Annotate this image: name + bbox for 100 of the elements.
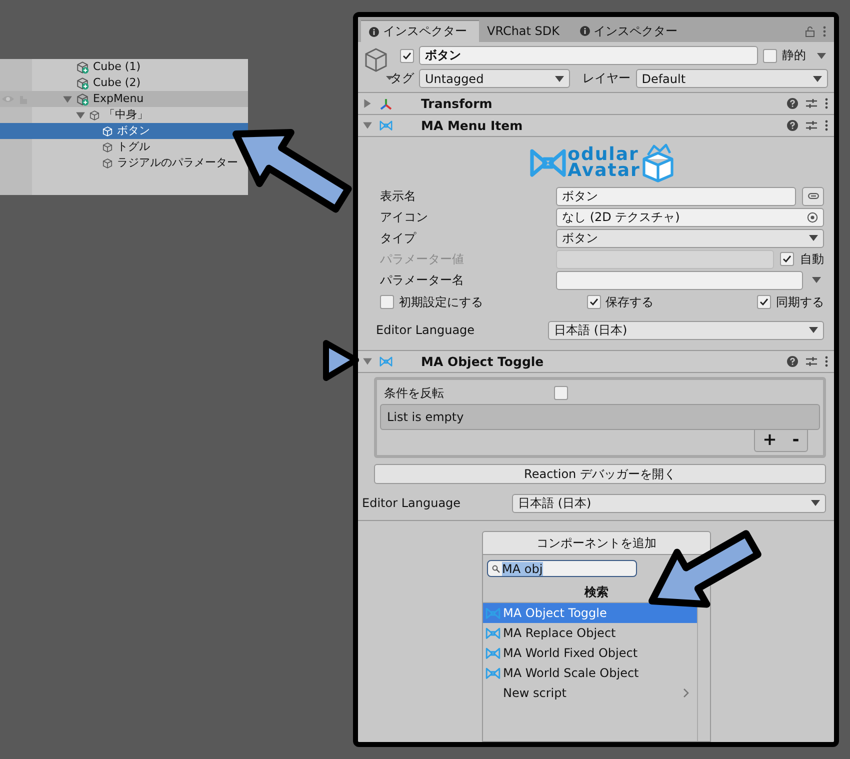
add-component-button[interactable]: コンポーネントを追加 [482, 531, 711, 555]
help-icon[interactable] [787, 98, 798, 109]
search-result[interactable]: MA World Fixed Object [483, 643, 697, 663]
hierarchy-item[interactable]: ラジアルのパラメーター [0, 155, 240, 171]
dropdown[interactable]: 日本語 (日本) [548, 320, 824, 340]
foldout-triangle-icon[interactable] [362, 120, 373, 131]
axes-icon [379, 96, 393, 110]
cube-icon [102, 142, 113, 152]
checkbox[interactable] [554, 386, 568, 400]
search-field[interactable]: MA obj [487, 560, 637, 577]
caret-icon [811, 500, 820, 506]
ribbon-icon [528, 147, 568, 179]
checkbox[interactable] [757, 295, 771, 309]
ribbon-icon [485, 646, 501, 660]
hierarchy-label: ExpMenu [93, 92, 144, 106]
field-label: タグ [390, 70, 414, 87]
link-button[interactable] [802, 186, 824, 206]
checkbox-label: 自動 [800, 250, 824, 268]
ribbon-icon [485, 626, 501, 640]
lock-icon[interactable] [805, 26, 815, 36]
remove-button[interactable]: - [792, 432, 800, 449]
help-icon[interactable] [787, 356, 798, 367]
settings-sliders-icon[interactable] [806, 120, 817, 131]
field-label: パラメーター値 [380, 250, 465, 268]
field-label: レイヤー [582, 70, 631, 87]
settings-sliders-icon[interactable] [806, 356, 817, 367]
check-mark-icon [402, 50, 412, 60]
ribbon-icon [485, 666, 501, 680]
foldout-triangle-icon[interactable] [75, 110, 86, 120]
checkbox-label: 同期する [776, 294, 824, 310]
check-mark-icon [782, 254, 792, 264]
checkbox[interactable] [380, 295, 394, 309]
prefab-cube-icon [76, 60, 89, 74]
help-icon[interactable] [787, 120, 798, 131]
target-icon[interactable] [807, 212, 818, 222]
caret-icon[interactable] [817, 52, 826, 58]
debugger-button[interactable]: Reaction デバッガーを開く [374, 464, 826, 484]
object-field[interactable]: なし (2D テクスチャ) [556, 208, 824, 226]
checkbox[interactable] [586, 295, 600, 309]
text-field[interactable]: ボタン [556, 186, 796, 206]
hierarchy-item[interactable]: Cube (1) [0, 59, 142, 75]
field-label: パラメーター名 [380, 272, 465, 288]
search-result[interactable]: New script [483, 683, 697, 703]
hierarchy-label: Cube (2) [93, 76, 140, 90]
field-label: Editor Language [376, 323, 476, 337]
cube-icon [102, 126, 113, 136]
field-label: タイプ [380, 230, 418, 246]
caret-icon[interactable] [812, 277, 821, 283]
search-result[interactable]: MA Replace Object [483, 623, 697, 643]
info-icon [369, 26, 379, 36]
more-menu-icon[interactable] [825, 120, 828, 131]
layer-dropdown[interactable]: Default [636, 69, 828, 88]
field-label: Editor Language [362, 496, 462, 510]
hierarchy-item[interactable]: Cube (2) [0, 75, 142, 91]
settings-sliders-icon[interactable] [806, 98, 817, 109]
checkbox[interactable] [400, 48, 414, 62]
hierarchy-label: ラジアルのパラメーター [117, 156, 238, 170]
parameter-name-field[interactable] [556, 270, 803, 290]
hierarchy-item[interactable]: 「中身」 [0, 107, 150, 123]
hierarchy-label: トグル [117, 140, 150, 154]
link-icon [808, 193, 818, 199]
component-title: MA Menu Item [421, 118, 523, 133]
tag-dropdown[interactable]: Untagged [419, 69, 570, 88]
search-result[interactable]: MA World Scale Object [483, 663, 697, 683]
chevron-right-icon [683, 688, 689, 698]
more-menu-icon[interactable] [825, 98, 828, 109]
tab[interactable]: インスペクター [361, 20, 479, 42]
cube-icon [102, 158, 113, 168]
dropdown[interactable]: 日本語 (日本) [512, 494, 826, 512]
checkbox-label: 保存する [606, 294, 654, 310]
ribbon-icon [379, 120, 393, 132]
hierarchy-item[interactable]: トグル [0, 139, 152, 155]
component-title: Transform [421, 96, 492, 111]
caret-icon [813, 76, 822, 82]
name-field[interactable]: ボタン [419, 46, 758, 65]
tab[interactable]: インスペクター [572, 20, 690, 42]
caret-icon [554, 76, 564, 82]
add-button[interactable]: + [762, 432, 777, 449]
hierarchy-item[interactable]: ExpMenu [0, 91, 248, 107]
checkbox-label: 初期設定にする [399, 294, 483, 310]
tab[interactable]: VRChat SDK [479, 20, 572, 42]
list-empty-message: List is empty [380, 404, 820, 430]
dropdown[interactable]: ボタン [556, 228, 824, 248]
field-label: 表示名 [380, 188, 417, 204]
search-icon [492, 564, 500, 572]
prefab-cube-icon [76, 76, 89, 90]
foldout-triangle-icon[interactable] [62, 94, 73, 104]
component-title: MA Object Toggle [421, 354, 544, 369]
check-mark-icon [588, 297, 598, 307]
box-icon [640, 143, 676, 183]
more-menu-icon[interactable] [823, 26, 826, 36]
more-menu-icon[interactable] [825, 356, 828, 367]
prefab-cube-icon [76, 92, 89, 106]
hierarchy-label: 「中身」 [104, 108, 148, 122]
foldout-triangle-icon[interactable] [362, 356, 373, 367]
foldout-triangle-icon[interactable] [362, 98, 373, 109]
search-result[interactable]: MA Object Toggle [483, 603, 697, 623]
hierarchy-item[interactable]: ボタン [0, 123, 248, 139]
checkbox[interactable] [763, 48, 777, 62]
check-mark-icon [759, 297, 769, 307]
